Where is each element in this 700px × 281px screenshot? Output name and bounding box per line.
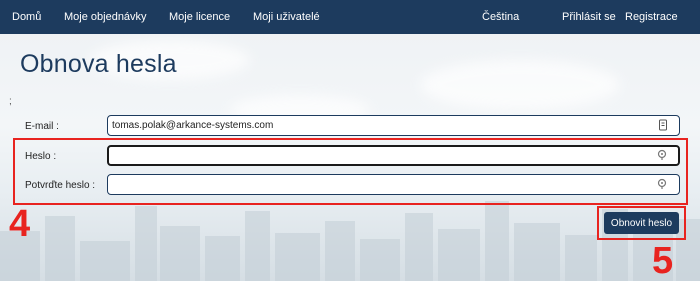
password-label: Heslo : — [25, 151, 57, 162]
stray-bullet: ; — [9, 96, 12, 107]
nav-register[interactable]: Registrace — [625, 11, 678, 23]
nav-my-orders[interactable]: Moje objednávky — [64, 11, 147, 23]
nav-my-users[interactable]: Moji uživatelé — [253, 11, 320, 23]
contact-card-icon — [659, 119, 667, 131]
confirm-password-field[interactable] — [107, 174, 680, 195]
background-cloud — [420, 60, 620, 110]
page-title: Obnova hesla — [20, 50, 177, 78]
confirm-password-label: Potvrďte heslo : — [25, 180, 96, 191]
email-label: E-mail : — [25, 121, 59, 132]
key-icon — [657, 149, 667, 160]
reset-password-button[interactable]: Obnovit heslo — [604, 212, 679, 234]
nav-my-licences[interactable]: Moje licence — [169, 11, 230, 23]
key-icon — [657, 178, 667, 189]
nav-home[interactable]: Domů — [12, 11, 41, 23]
annotation-step-5: 5 — [652, 240, 674, 281]
top-navbar: Domů Moje objednávky Moje licence Moji u… — [0, 0, 700, 34]
annotation-step-4: 4 — [9, 203, 31, 245]
nav-login[interactable]: Přihlásit se — [562, 11, 616, 23]
nav-language[interactable]: Čeština — [482, 11, 519, 23]
email-field[interactable] — [107, 115, 680, 136]
password-field[interactable] — [107, 145, 680, 166]
